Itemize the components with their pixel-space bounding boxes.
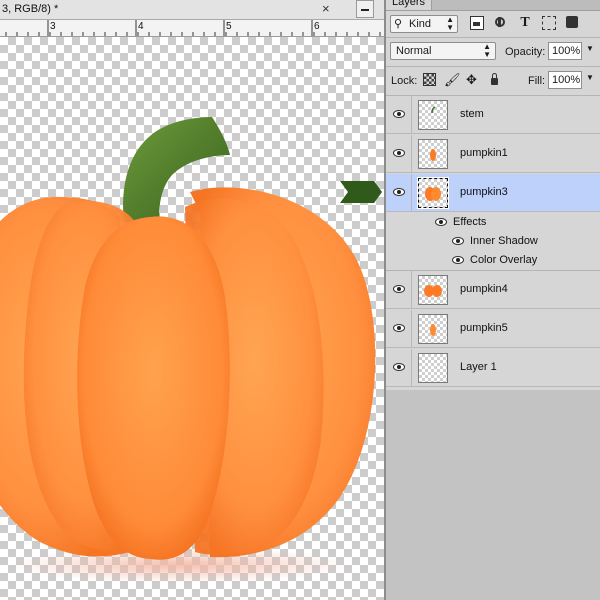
opacity-dropdown-icon[interactable]: ▼ <box>586 44 594 53</box>
layer-thumbnail <box>418 314 448 344</box>
fill-dropdown-icon[interactable]: ▼ <box>586 73 594 82</box>
lock-all-icon[interactable] <box>488 73 501 86</box>
layer-row-stem[interactable]: stem <box>386 96 600 134</box>
document-title: 3, RGB/8) * <box>2 3 59 15</box>
visibility-column <box>386 310 412 347</box>
visibility-column <box>386 174 412 211</box>
visibility-column <box>386 96 412 133</box>
effect-name: Inner Shadow <box>470 235 538 247</box>
pixel-filter-icon[interactable] <box>470 16 484 30</box>
visibility-eye-icon[interactable] <box>452 237 464 245</box>
opacity-value: 100% <box>552 45 581 57</box>
visibility-eye-icon[interactable] <box>393 324 405 332</box>
pumpkin-artwork[interactable] <box>0 37 384 600</box>
minimize-button[interactable] <box>356 0 374 18</box>
visibility-eye-icon[interactable] <box>452 256 464 264</box>
ruler-label: 6 <box>314 21 320 32</box>
layer-name: stem <box>460 108 484 120</box>
layer-thumbnail <box>417 177 449 209</box>
layer-effects-row[interactable]: Effects <box>386 213 600 232</box>
layer-thumbnail <box>418 100 448 130</box>
layer-name: pumpkin1 <box>460 147 508 159</box>
opacity-field[interactable]: 100% <box>548 42 582 60</box>
effect-name: Color Overlay <box>470 254 538 266</box>
layer-name: pumpkin4 <box>460 283 508 295</box>
layer-row-pumpkin4[interactable]: pumpkin4 <box>386 271 600 309</box>
shape-filter-icon[interactable] <box>542 16 556 30</box>
filter-row: ⚲ Kind ▲ ▼ T <box>386 11 600 37</box>
ruler-ticks <box>5 20 381 36</box>
layer-row-pumpkin5[interactable]: pumpkin5 <box>386 310 600 348</box>
search-icon: ⚲ <box>394 18 403 30</box>
effect-row-inner-shadow[interactable]: Inner Shadow <box>386 232 600 251</box>
layer-name: Layer 1 <box>460 361 497 373</box>
visibility-column <box>386 135 412 172</box>
blend-mode-select[interactable]: Normal ▲ ▼ <box>390 42 496 60</box>
visibility-column <box>386 271 412 308</box>
stepper-arrows-icon: ▲ ▼ <box>446 15 454 32</box>
pumpkin-lobe-middle <box>77 216 230 560</box>
effects-label: Effects <box>453 216 487 228</box>
blend-mode-value: Normal <box>396 45 432 57</box>
kind-filter-label: Kind <box>409 18 432 30</box>
blend-row: Normal ▲ ▼ Opacity: 100% ▼ <box>386 38 600 64</box>
horizontal-ruler: 3 4 5 6 <box>0 20 384 37</box>
layer-thumbnail <box>418 353 448 383</box>
fill-field[interactable]: 100% <box>548 71 582 89</box>
fill-value: 100% <box>552 74 581 86</box>
smart-object-filter-icon[interactable] <box>566 16 578 28</box>
layer-thumbnail <box>418 275 448 305</box>
opacity-label: Opacity: <box>505 46 546 58</box>
arrow-pointer-icon <box>340 181 382 203</box>
fill-label: Fill: <box>528 75 546 87</box>
ruler-label: 3 <box>50 21 56 32</box>
lock-position-icon[interactable]: ✥ <box>466 73 479 86</box>
document-tab[interactable]: 3, RGB/8) * × <box>0 0 384 20</box>
layer-name: pumpkin5 <box>460 322 508 334</box>
visibility-eye-icon[interactable] <box>393 149 405 157</box>
layer-row-layer-1[interactable]: Layer 1 <box>386 349 600 387</box>
ruler-label: 4 <box>138 21 144 32</box>
visibility-eye-icon[interactable] <box>393 110 405 118</box>
effect-row-color-overlay[interactable]: Color Overlay <box>386 251 600 270</box>
layer-row-pumpkin1[interactable]: pumpkin1 <box>386 135 600 173</box>
lock-transparent-pixels-icon[interactable] <box>423 73 436 86</box>
panel-header: Layers <box>386 0 600 11</box>
lock-row: Lock: 🖌 ✥ Fill: 100% ▼ <box>386 67 600 93</box>
visibility-eye-icon[interactable] <box>435 218 447 226</box>
visibility-eye-icon[interactable] <box>393 188 405 196</box>
adjustment-filter-icon[interactable] <box>494 16 508 30</box>
visibility-eye-icon[interactable] <box>393 285 405 293</box>
ruler-label: 5 <box>226 21 232 32</box>
tab-layers[interactable]: Layers <box>386 0 433 10</box>
lock-image-pixels-icon[interactable]: 🖌 <box>444 73 461 86</box>
visibility-column <box>386 349 412 386</box>
document-window: 3, RGB/8) * × 3 4 5 6 <box>0 0 384 600</box>
layer-thumbnail <box>418 139 448 169</box>
layer-name: pumpkin3 <box>460 186 508 198</box>
lock-label: Lock: <box>391 75 418 87</box>
layers-panel: Layers ⚲ Kind ▲ ▼ T Normal ▲ ▼ Opacity: 10… <box>386 0 600 600</box>
type-filter-icon[interactable]: T <box>518 16 532 30</box>
layer-row-pumpkin3[interactable]: pumpkin3 <box>386 174 600 212</box>
layers-list-empty-area <box>386 390 600 600</box>
stepper-arrows-icon: ▲ ▼ <box>483 42 491 59</box>
visibility-eye-icon[interactable] <box>393 363 405 371</box>
kind-filter-select[interactable]: ⚲ Kind ▲ ▼ <box>390 15 458 33</box>
close-icon[interactable]: × <box>322 1 330 16</box>
